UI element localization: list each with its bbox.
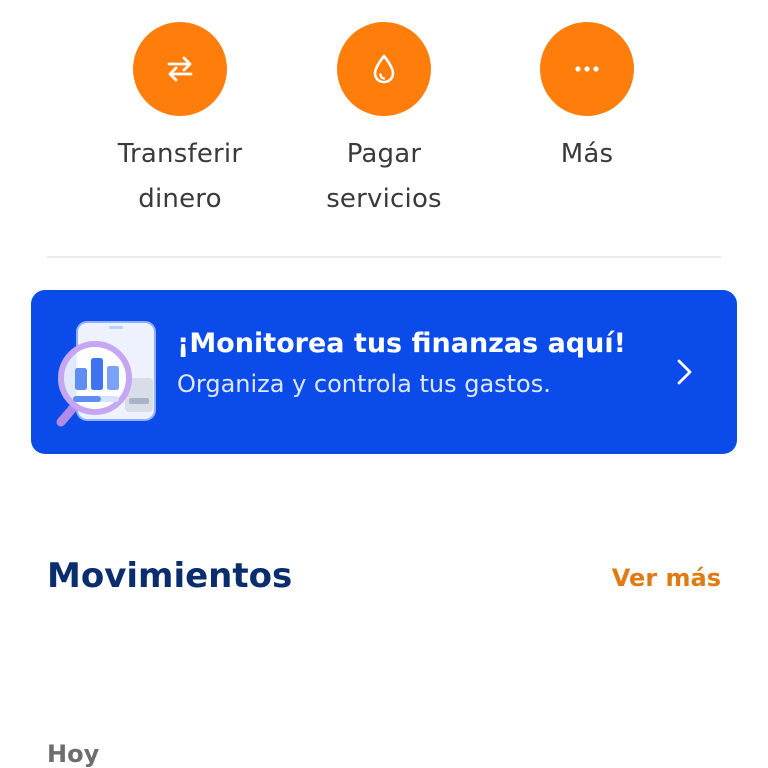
more-label: Más [497, 132, 677, 177]
pay-services-label-line1: Pagar [346, 139, 422, 169]
banner-title: ¡Monitorea tus finanzas aquí! [177, 328, 626, 359]
section-divider [47, 256, 721, 258]
more-label-line1: Más [560, 139, 614, 169]
home-screen: Transferir dinero Pagar servicios Más ¡M… [0, 0, 768, 768]
quick-actions: Transferir dinero Pagar servicios Más [0, 0, 768, 240]
transfer-money-label-line1: Transferir [117, 139, 243, 169]
banner-subtitle: Organiza y controla tus gastos. [177, 370, 551, 398]
pay-services-label: Pagar servicios [294, 132, 474, 222]
pay-services-button[interactable]: Pagar servicios [294, 22, 474, 222]
transfer-money-circle[interactable] [133, 22, 227, 116]
drop-icon [373, 54, 395, 84]
monitor-finances-banner[interactable]: ¡Monitorea tus finanzas aquí! Organiza y… [31, 290, 737, 454]
more-button[interactable]: Más [497, 22, 677, 177]
date-group-label: Hoy [47, 740, 100, 768]
finance-monitor-illustration [56, 321, 156, 427]
see-more-link[interactable]: Ver más [612, 564, 721, 592]
pay-services-label-line2: servicios [326, 184, 442, 214]
pay-services-circle[interactable] [337, 22, 431, 116]
movements-title: Movimientos [47, 556, 293, 596]
transfer-money-button[interactable]: Transferir dinero [90, 22, 270, 222]
more-dots-icon [575, 66, 599, 72]
chevron-right-icon[interactable] [671, 358, 697, 386]
transfer-arrows-icon [167, 56, 193, 82]
transfer-money-label: Transferir dinero [90, 132, 270, 222]
transfer-money-label-line2: dinero [138, 184, 222, 214]
more-circle[interactable] [540, 22, 634, 116]
